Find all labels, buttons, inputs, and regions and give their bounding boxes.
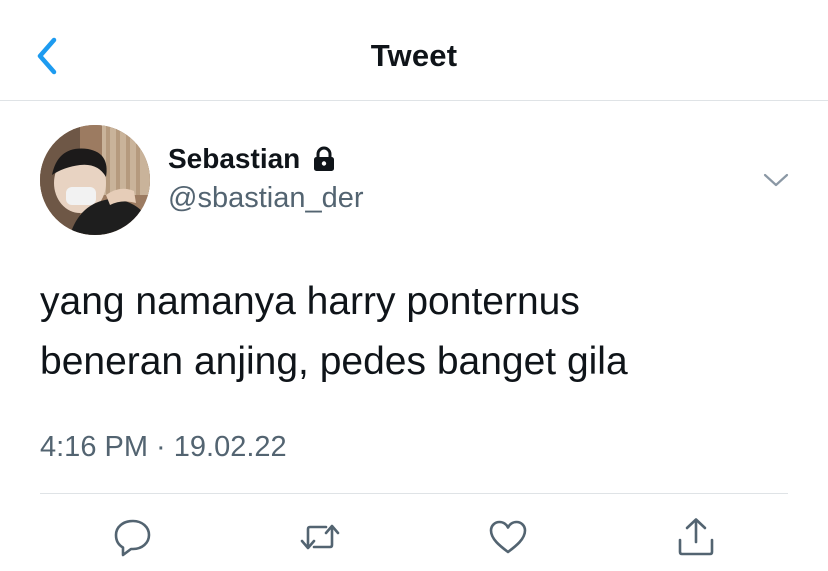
reply-icon [114,519,151,557]
page-title: Tweet [370,38,458,73]
author-name[interactable]: Sebastian [168,143,338,175]
lock-icon [310,145,338,173]
reply-button[interactable] [111,515,155,559]
author-handle[interactable]: @sbastian_der [168,182,364,215]
tweet-text-line: yang namanya harry ponternus [40,280,580,323]
heart-icon [489,520,527,554]
share-button[interactable] [674,515,718,559]
author-name-text: Sebastian [168,143,301,174]
tweet-menu-button[interactable] [760,164,792,196]
divider [40,493,788,494]
tweet-timestamp[interactable]: 4:16 PM · 19.02.22 [40,431,287,464]
retweet-icon [300,524,340,550]
tweet-text-line: beneran anjing, pedes banget gila [40,340,628,383]
share-icon [678,518,714,556]
tweet-text: yang namanya harry ponternus beneran anj… [40,272,800,392]
avatar[interactable] [40,125,150,235]
top-nav-bar: Tweet [0,0,828,101]
avatar-photo [40,125,150,235]
chevron-down-icon [763,173,789,187]
retweet-button[interactable] [298,515,342,559]
tweet-action-bar [0,515,828,561]
like-button[interactable] [486,515,530,559]
